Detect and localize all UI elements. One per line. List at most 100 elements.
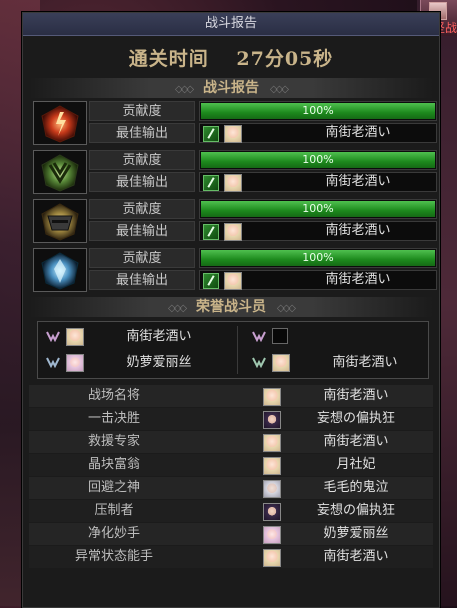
weapon-icon [203,175,219,191]
honor-slot[interactable]: 南街老酒い [38,325,228,349]
ornament-right-icon: ◇◇◇ [276,303,296,314]
player-avatar-icon [224,174,242,192]
award-player-name: 妄想の偏执狂 [316,503,395,518]
award-title: 压制者 [94,503,134,518]
award-row[interactable]: 回避之神 毛毛的鬼泣 [29,477,433,499]
award-row[interactable]: 救援专家 南街老酒い [29,431,433,453]
best-output-value[interactable]: 南街老酒い [199,172,437,192]
player-avatar-icon [272,354,290,372]
boss-entry-4: 贡献度 100% 最佳输出 南街老酒い [33,248,437,292]
medal-icon [46,357,60,368]
contribution-row: 贡献度 100% [89,150,437,170]
best-output-label: 最佳输出 [89,270,195,290]
award-row[interactable]: 战场名将 南街老酒い [29,385,433,407]
award-title: 一击决胜 [87,411,140,426]
best-output-row: 最佳输出 南街老酒い [89,123,437,143]
clear-time: 通关时间 27分05秒 [23,42,439,76]
honor-player-name: 南街老酒い [332,355,398,370]
player-avatar-icon [263,434,281,452]
player-avatar-icon [263,549,281,567]
contribution-row: 贡献度 100% [89,101,437,121]
red-dragon-emblem-icon[interactable] [33,101,87,145]
player-avatar-icon [224,125,242,143]
contribution-label: 贡献度 [89,199,195,219]
battle-report-title: 战斗报告 [203,80,259,96]
window-title: 战斗报告 [23,13,439,36]
medal-icon [46,331,60,342]
contribution-value: 100% [302,104,334,117]
weapon-icon [203,273,219,289]
award-player-name: 月社妃 [336,457,376,472]
ornament-left-icon: ◇◇◇ [175,84,194,95]
honor-fighters-title: 荣誉战斗员 [196,299,266,315]
player-avatar-icon [224,272,242,290]
gold-knight-emblem-icon[interactable] [33,199,87,243]
honor-fighters-panel: 南街老酒い 奶萝爱丽丝 南街老酒い [37,321,429,379]
player-avatar-icon [263,480,281,498]
contribution-label: 贡献度 [89,101,195,121]
honor-player-name: 南街老酒い [126,329,192,344]
best-output-value[interactable]: 南街老酒い [199,270,437,290]
best-output-label: 最佳输出 [89,172,195,192]
award-player-name: 南街老酒い [323,549,389,564]
best-output-label: 最佳输出 [89,123,195,143]
ornament-right-icon: ◇◇◇ [269,84,289,95]
player-avatar-icon [66,354,84,372]
award-player-name: 南街老酒い [323,434,389,449]
contribution-label: 贡献度 [89,150,195,170]
clear-time-label: 通关时间 [128,48,209,70]
honor-divider [237,326,238,374]
best-output-row: 最佳输出 南街老酒い [89,172,437,192]
best-output-row: 最佳输出 南街老酒い [89,221,437,241]
green-beast-emblem-icon[interactable] [33,150,87,194]
clear-time-value: 27分05秒 [236,48,334,70]
honor-slot[interactable]: 南街老酒い [244,351,434,375]
contribution-value: 100% [302,251,334,264]
best-player-name: 南街老酒い [325,223,391,238]
honor-slot[interactable]: 奶萝爱丽丝 [38,351,228,375]
award-row[interactable]: 异常状态能手 南街老酒い [29,546,433,568]
award-row[interactable]: 压制者 妄想の偏执狂 [29,500,433,522]
best-output-value[interactable]: 南街老酒い [199,221,437,241]
award-player-name: 妄想の偏执狂 [316,411,395,426]
best-player-name: 南街老酒い [325,272,391,287]
blue-crystal-emblem-icon[interactable] [33,248,87,292]
empty-slot-icon [272,328,288,344]
player-avatar-icon [66,328,84,346]
best-player-name: 南街老酒い [325,174,391,189]
award-title: 净化妙手 [87,526,140,541]
awards-list: 战场名将 南街老酒い 一击决胜 妄想の偏执狂 救援专家 南街老酒い 晶块富翁 月… [29,385,433,568]
best-output-label: 最佳输出 [89,221,195,241]
contribution-bar: 100% [199,150,437,170]
contribution-row: 贡献度 100% [89,248,437,268]
contribution-row: 贡献度 100% [89,199,437,219]
best-output-value[interactable]: 南街老酒い [199,123,437,143]
weapon-icon [203,224,219,240]
medal-icon [252,357,266,368]
award-row[interactable]: 晶块富翁 月社妃 [29,454,433,476]
contribution-label: 贡献度 [89,248,195,268]
player-avatar-icon [263,503,281,521]
player-avatar-icon [263,411,281,429]
award-row[interactable]: 净化妙手 奶萝爱丽丝 [29,523,433,545]
best-player-name: 南街老酒い [325,125,391,140]
player-avatar-icon [263,388,281,406]
award-row[interactable]: 一击决胜 妄想の偏执狂 [29,408,433,430]
award-player-name: 毛毛的鬼泣 [323,480,389,495]
honor-player-name: 奶萝爱丽丝 [126,355,192,370]
contribution-bar: 100% [199,101,437,121]
medal-icon [252,331,266,342]
award-player-name: 南街老酒い [323,388,389,403]
honor-slot-empty[interactable] [244,325,434,349]
boss-entry-2: 贡献度 100% 最佳输出 南街老酒い [33,150,437,194]
ornament-left-icon: ◇◇◇ [168,303,187,314]
player-avatar-icon [263,457,281,475]
battle-report-header: ◇◇◇ 战斗报告 ◇◇◇ [29,78,433,98]
award-player-name: 奶萝爱丽丝 [323,526,389,541]
boss-entry-1: 贡献度 100% 最佳输出 南街老酒い [33,101,437,145]
player-avatar-icon [224,223,242,241]
contribution-value: 100% [302,153,334,166]
award-title: 晶块富翁 [87,457,140,472]
battle-report-window: 战斗报告 通关时间 27分05秒 ◇◇◇ 战斗报告 ◇◇◇ 贡献度 100% 最… [22,12,440,608]
player-avatar-icon [263,526,281,544]
